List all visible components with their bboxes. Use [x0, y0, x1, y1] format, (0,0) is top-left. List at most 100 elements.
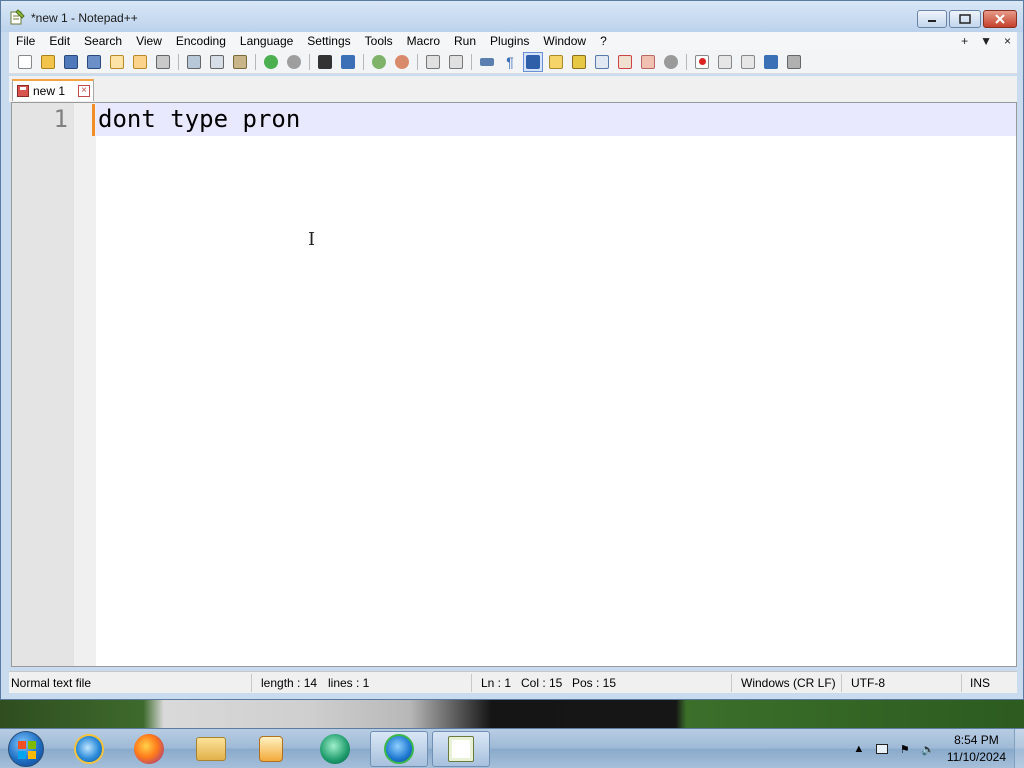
network-icon[interactable] — [874, 742, 890, 756]
cut-button[interactable] — [184, 52, 204, 72]
taskbar-messenger[interactable] — [306, 731, 364, 767]
mouse-ibeam-cursor: I — [308, 229, 316, 250]
tab-new-1[interactable]: new 1 × — [12, 79, 94, 101]
find-binoculars-icon — [318, 54, 332, 69]
action-center-flag-icon[interactable]: ⚑ — [897, 742, 913, 756]
undo-icon — [264, 54, 278, 69]
close-button[interactable] — [983, 10, 1017, 28]
udl-icon — [549, 54, 563, 69]
cut-icon — [187, 54, 201, 69]
run-macro-multiple-button[interactable] — [761, 52, 781, 72]
close-document-icon[interactable]: × — [1004, 34, 1011, 48]
fast-forward-icon — [764, 54, 778, 69]
sync-horizontal-button[interactable] — [446, 52, 466, 72]
close-all-button[interactable] — [130, 52, 150, 72]
sync-vertical-button[interactable] — [423, 52, 443, 72]
menu-edit[interactable]: Edit — [42, 32, 77, 50]
word-wrap-button[interactable] — [477, 52, 497, 72]
doc-list-button[interactable] — [592, 52, 612, 72]
menu-run[interactable]: Run — [447, 32, 483, 50]
folder-workspace-button[interactable] — [638, 52, 658, 72]
maximize-button[interactable] — [949, 10, 981, 28]
taskbar-internet-explorer[interactable] — [60, 731, 118, 767]
text-editor[interactable]: 1 dont type pron I — [11, 102, 1017, 667]
new-tab-plus-icon[interactable]: + — [961, 34, 968, 48]
internet-explorer-icon — [74, 734, 104, 764]
zoom-in-button[interactable] — [369, 52, 389, 72]
pilcrow-icon: ¶ — [506, 53, 514, 70]
doc-map-button[interactable] — [569, 52, 589, 72]
function-list-button[interactable] — [615, 52, 635, 72]
status-insert-mode[interactable]: INS — [970, 676, 990, 690]
volume-muted-icon[interactable]: 🔈 — [920, 742, 936, 756]
save-macro-button[interactable] — [784, 52, 804, 72]
save-all-icon — [87, 54, 101, 69]
find-button[interactable] — [315, 52, 335, 72]
tab-close-icon[interactable]: × — [78, 85, 90, 97]
close-file-button[interactable] — [107, 52, 127, 72]
save-macro-icon — [787, 54, 801, 69]
save-icon — [64, 54, 78, 69]
zoom-out-button[interactable] — [392, 52, 412, 72]
open-file-button[interactable] — [38, 52, 58, 72]
menu-language[interactable]: Language — [233, 32, 300, 50]
show-hidden-icons-icon[interactable]: ▲ — [851, 742, 867, 756]
change-marker — [92, 104, 95, 136]
save-all-button[interactable] — [84, 52, 104, 72]
system-clock[interactable]: 8:54 PM 11/10/2024 — [947, 732, 1006, 766]
show-desktop-button[interactable] — [1014, 729, 1024, 768]
new-file-button[interactable] — [15, 52, 35, 72]
status-eol[interactable]: Windows (CR LF) — [741, 676, 836, 690]
menu-search[interactable]: Search — [77, 32, 129, 50]
menu-view[interactable]: View — [129, 32, 169, 50]
menu-macro[interactable]: Macro — [400, 32, 447, 50]
menu-settings[interactable]: Settings — [300, 32, 357, 50]
status-divider — [961, 674, 962, 692]
title-bar[interactable]: *new 1 - Notepad++ — [1, 1, 1023, 32]
taskbar-firefox[interactable] — [120, 731, 178, 767]
show-all-chars-button[interactable]: ¶ — [500, 52, 520, 72]
print-button[interactable] — [153, 52, 173, 72]
toolbar-separator — [417, 53, 418, 70]
menu-window[interactable]: Window — [536, 32, 593, 50]
record-macro-button[interactable] — [692, 52, 712, 72]
upload-arrow-icon — [384, 734, 414, 764]
menu-help[interactable]: ? — [593, 32, 614, 50]
redo-button[interactable] — [284, 52, 304, 72]
copy-button[interactable] — [207, 52, 227, 72]
tab-list-dropdown-icon[interactable]: ▼ — [980, 34, 992, 48]
play-macro-button[interactable] — [738, 52, 758, 72]
status-lines: lines : 1 — [328, 676, 370, 690]
print-icon — [156, 54, 170, 69]
taskbar-update-app[interactable] — [370, 731, 428, 767]
sync-horizontal-icon — [449, 54, 463, 69]
taskbar-notepadpp[interactable] — [432, 731, 490, 767]
monitoring-button[interactable] — [661, 52, 681, 72]
undo-button[interactable] — [261, 52, 281, 72]
menu-tools[interactable]: Tools — [358, 32, 400, 50]
zoom-out-icon — [395, 54, 409, 69]
status-encoding[interactable]: UTF-8 — [851, 676, 885, 690]
udl-button[interactable] — [546, 52, 566, 72]
status-length: length : 14 — [261, 676, 318, 690]
taskbar-file-explorer[interactable] — [182, 731, 240, 767]
minimize-button[interactable] — [917, 10, 947, 28]
status-divider — [471, 674, 472, 692]
editor-line-1[interactable]: dont type pron — [98, 105, 300, 133]
record-icon — [695, 54, 709, 69]
start-button[interactable] — [8, 731, 44, 767]
save-button[interactable] — [61, 52, 81, 72]
taskbar-media-player[interactable] — [242, 731, 300, 767]
menu-file[interactable]: File — [9, 32, 42, 50]
replace-button[interactable] — [338, 52, 358, 72]
paste-button[interactable] — [230, 52, 250, 72]
stop-macro-button[interactable] — [715, 52, 735, 72]
indent-guide-button[interactable] — [523, 51, 543, 72]
firefox-icon — [134, 734, 164, 764]
tab-label: new 1 — [33, 84, 66, 98]
menu-plugins[interactable]: Plugins — [483, 32, 536, 50]
redo-icon — [287, 54, 301, 69]
menu-encoding[interactable]: Encoding — [169, 32, 233, 50]
line-number-gutter: 1 — [12, 103, 74, 666]
zoom-in-icon — [372, 54, 386, 69]
